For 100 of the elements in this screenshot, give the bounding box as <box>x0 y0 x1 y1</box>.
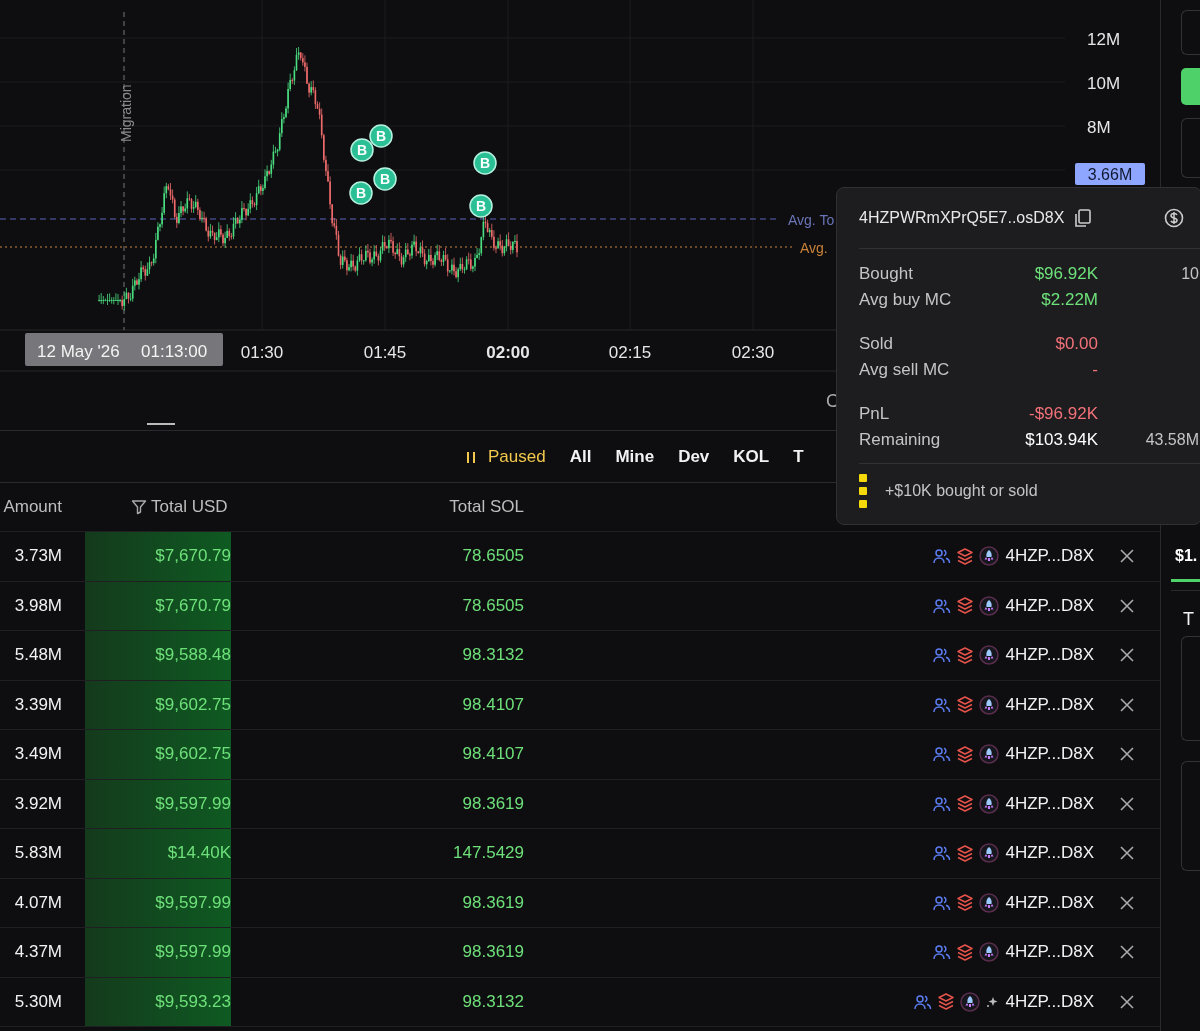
stat-value: -$96.92K <box>1028 404 1098 424</box>
filter-tab[interactable]: Dev <box>678 446 710 467</box>
close-icon[interactable] <box>1119 696 1135 713</box>
x-axis-label: 01:45 <box>363 343 407 362</box>
stat-label: Avg sell MC <box>859 360 951 380</box>
wallet-address: 4HZPWRmXPrQ5E7..osD8X <box>859 209 1065 227</box>
trader-address[interactable]: 4HZP...D8X <box>1005 595 1094 616</box>
trader-address[interactable]: 4HZP...D8X <box>1005 942 1094 963</box>
stat-extra-value: 43.58M <box>1145 431 1200 449</box>
total-usd-cell: $9,593.23 <box>85 977 231 1026</box>
stat-extra-value: 10 <box>1181 265 1200 283</box>
resize-handle[interactable] <box>146 423 176 425</box>
total-sol-cell-text: 98.3132 <box>461 645 524 666</box>
amount-cell-text: 3.49M <box>13 744 62 765</box>
stat-value: $0.00 <box>1054 334 1098 354</box>
filter-tab[interactable]: All <box>569 446 592 467</box>
amount-cell-text: 5.48M <box>13 645 62 666</box>
layers-icon <box>957 597 974 615</box>
amount-cell-text: 5.30M <box>13 991 62 1012</box>
layers-icon <box>957 547 974 565</box>
total-sol-cell-text: 98.3132 <box>461 991 524 1012</box>
rocket-avatar-icon <box>979 843 1000 864</box>
total-usd-cell: $7,670.79 <box>85 532 231 581</box>
trader-address[interactable]: 4HZP...D8X <box>1005 546 1094 567</box>
rocket-avatar-icon <box>979 892 1000 913</box>
trader-address[interactable]: 4HZP...D8X <box>1005 843 1094 864</box>
total-usd-cell: $7,670.79 <box>85 581 231 630</box>
total-usd-cell: $9,597.99 <box>85 878 231 927</box>
users-icon <box>933 845 952 862</box>
close-icon[interactable] <box>1119 597 1135 614</box>
total-usd-cell: $14.40K <box>85 829 231 878</box>
total-sol-cell-text: 98.3619 <box>461 892 524 913</box>
amount-cell-text: 3.92M <box>13 793 62 814</box>
layers-icon <box>957 745 974 763</box>
trader-address[interactable]: 4HZP...D8X <box>1005 645 1094 666</box>
close-icon[interactable] <box>1119 548 1135 565</box>
layers-icon <box>957 696 974 714</box>
rocket-avatar-icon <box>979 942 1000 963</box>
users-icon <box>914 993 933 1010</box>
filter-tab[interactable]: T <box>793 446 804 467</box>
rocket-avatar-icon <box>979 744 1000 765</box>
total-usd-cell: $9,597.99 <box>85 928 231 977</box>
total-usd-cell: $9,602.75 <box>85 730 231 779</box>
close-icon[interactable] <box>1119 894 1135 911</box>
trader-address[interactable]: 4HZP...D8X <box>1005 694 1094 715</box>
rocket-avatar-icon <box>979 694 1000 715</box>
rocket-avatar-icon <box>979 793 1000 814</box>
total-sol-cell-text: 98.3619 <box>461 942 524 963</box>
stat-label: Remaining <box>859 430 942 450</box>
column-header[interactable]: Amount <box>0 497 62 517</box>
column-header[interactable]: Total SOL <box>231 497 524 517</box>
users-icon <box>933 795 952 812</box>
close-icon[interactable] <box>1119 795 1135 812</box>
rocket-avatar-icon <box>960 991 981 1012</box>
pause-icon <box>466 449 476 464</box>
close-icon[interactable] <box>1119 746 1135 763</box>
crosshair-time-label: 12 May '26 01:13:00 <box>25 333 223 366</box>
average-line-label: Avg. <box>800 240 828 256</box>
legend-text: +$10K bought or sold <box>885 482 1038 500</box>
amount-cell-text: 3.39M <box>13 694 62 715</box>
stat-label: Avg buy MC <box>859 290 953 310</box>
trader-address[interactable]: 4HZP...D8X <box>1005 793 1094 814</box>
users-icon <box>933 548 952 565</box>
users-icon <box>933 647 952 664</box>
total-usd-cell: $9,588.48 <box>85 631 231 680</box>
average-line-label: Avg. To <box>788 212 835 228</box>
pause-toggle[interactable]: Paused <box>466 446 546 467</box>
x-axis-label: 02:00 <box>486 343 530 362</box>
amount-cell-text: 4.37M <box>13 942 62 963</box>
filter-tab[interactable]: Mine <box>615 446 655 467</box>
trader-address[interactable]: 4HZP...D8X <box>1005 991 1094 1012</box>
close-icon[interactable] <box>1119 647 1135 664</box>
x-axis-label: 02:30 <box>731 343 775 362</box>
filter-icon[interactable] <box>131 499 147 515</box>
layers-icon <box>957 943 974 961</box>
stat-value: - <box>1091 360 1098 380</box>
close-icon[interactable] <box>1119 944 1135 961</box>
total-sol-cell-text: 78.6505 <box>461 595 524 616</box>
sidebar-tab[interactable]: $1. <box>1171 530 1200 582</box>
filter-tab[interactable]: KOL <box>733 446 770 467</box>
total-sol-cell-text: 98.4107 <box>461 694 524 715</box>
layers-icon <box>957 894 974 912</box>
stat-value: $2.22M <box>1040 290 1098 310</box>
coin-icon[interactable] <box>1164 208 1185 228</box>
x-axis-label: 01:30 <box>240 343 284 362</box>
column-header[interactable]: Total USD <box>151 497 228 517</box>
amount-cell-text: 4.07M <box>13 892 62 913</box>
amount-cell-text: 5.83M <box>13 843 62 864</box>
trader-address[interactable]: 4HZP...D8X <box>1005 892 1094 913</box>
close-icon[interactable] <box>1119 845 1135 862</box>
sparkle-icon <box>986 995 1000 1009</box>
y-axis-label: 12M <box>1087 30 1121 49</box>
copy-icon[interactable] <box>1074 208 1093 228</box>
users-icon <box>933 696 952 713</box>
trader-address[interactable]: 4HZP...D8X <box>1005 744 1094 765</box>
price-label: 3.66M <box>1075 163 1145 185</box>
close-icon[interactable] <box>1119 993 1135 1010</box>
total-sol-cell-text: 98.3619 <box>461 793 524 814</box>
amount-cell-text: 3.98M <box>13 595 62 616</box>
total-usd-cell: $9,602.75 <box>85 680 231 729</box>
